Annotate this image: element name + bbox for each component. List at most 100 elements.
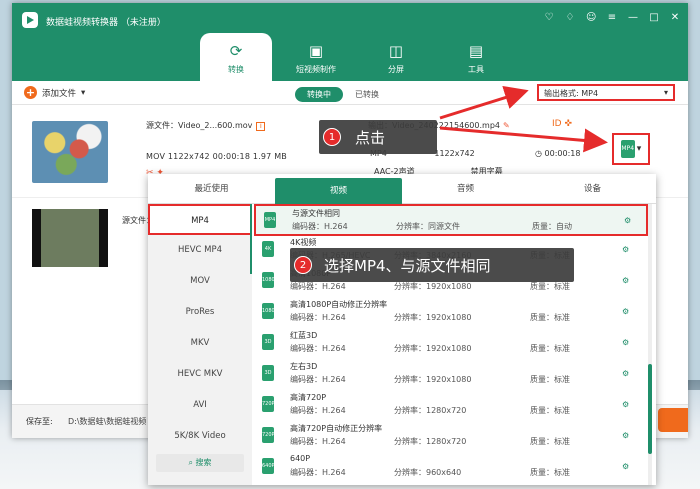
main-tabs: ⟳ 转换 ▣ 短视频制作 ◫ 分屏 ▤ 工具: [200, 33, 520, 81]
preset-quality: 质量：标准: [530, 313, 570, 322]
preset-format-icon: MP4: [264, 212, 276, 228]
settings-gear-icon[interactable]: ⚙: [622, 338, 629, 347]
preset-encoder: 编码器：H.264: [290, 437, 346, 446]
tab-label: 分屏: [388, 65, 404, 74]
preset-format-icon: 3D: [262, 334, 274, 350]
preset-format-icon: 3D: [262, 365, 274, 381]
save-path[interactable]: D:\数据蛙\数据蛙视频: [68, 416, 146, 427]
add-file-button[interactable]: + 添加文件 ▾: [24, 86, 85, 99]
video-thumbnail[interactable]: [32, 121, 108, 183]
tab-video-make[interactable]: ▣ 短视频制作: [280, 33, 352, 81]
gift-icon[interactable]: ♡: [544, 13, 554, 23]
preset-resolution: 分辨率：1280x720: [394, 437, 467, 446]
tab-converted[interactable]: 已转换: [343, 87, 391, 102]
format-item-prores[interactable]: ProRes: [148, 297, 252, 328]
preset-item[interactable]: 720P 高清720P 编码器：H.264 分辨率：1280x720 质量：标准 ⚙: [254, 390, 648, 422]
scrollbar-thumb[interactable]: [648, 364, 652, 454]
callout-1: 1 点击: [319, 120, 437, 154]
preset-name: 640P: [290, 454, 311, 463]
preset-resolution: 分辨率：1920x1080: [394, 344, 472, 353]
settings-gear-icon[interactable]: ⚙: [622, 431, 629, 440]
settings-gear-icon[interactable]: ⚙: [624, 216, 631, 225]
user-icon[interactable]: ☺: [586, 13, 596, 23]
preset-format-icon: 1080P: [262, 303, 278, 319]
preset-quality: 质量：标准: [530, 344, 570, 353]
info-icon[interactable]: i: [256, 122, 266, 131]
format-item-mkv[interactable]: MKV: [148, 328, 252, 359]
preset-item[interactable]: 1080P 高清1080P自动修正分辨率 编码器：H.264 分辨率：1920x108…: [254, 297, 648, 329]
mp4-format-icon: MP4: [620, 140, 635, 158]
preset-resolution: 分辨率：1920x1080: [394, 313, 472, 322]
tab-recent[interactable]: 最近使用: [148, 174, 275, 204]
search-label: 搜索: [195, 458, 212, 467]
settings-gear-icon[interactable]: ⚙: [622, 369, 629, 378]
id-icon[interactable]: ID: [552, 119, 562, 129]
preset-quality: 质量：标准: [530, 282, 570, 291]
preset-format-icon: 720P: [262, 396, 275, 412]
preset-encoder: 编码器：H.264: [290, 313, 346, 322]
scrollbar[interactable]: [648, 204, 652, 485]
rename-icon[interactable]: ✎: [503, 121, 510, 130]
preset-quality: 质量：标准: [530, 406, 570, 415]
convert-all-button[interactable]: [658, 408, 688, 432]
source-meta: MOV 1122x742 00:00:18 1.97 MB: [146, 152, 287, 161]
add-file-label: 添加文件: [42, 88, 77, 99]
video-thumbnail[interactable]: [32, 209, 108, 267]
status-toggle: 转换中 已转换: [295, 87, 391, 102]
menu-icon[interactable]: ≡: [607, 13, 617, 23]
settings-gear-icon[interactable]: ⚙: [622, 276, 629, 285]
tab-tools[interactable]: ▤ 工具: [440, 33, 512, 81]
settings-gear-icon[interactable]: ⚙: [622, 307, 629, 316]
preset-item[interactable]: 720P 高清720P自动修正分辨率 编码器：H.264 分辨率：1280x720 质量…: [254, 421, 648, 453]
format-picker-button[interactable]: MP4 ▾: [612, 133, 650, 165]
tab-video[interactable]: 视频: [275, 178, 402, 204]
preset-name: 左右3D: [290, 362, 318, 371]
format-item-hevc-mkv[interactable]: HEVC MKV: [148, 359, 252, 390]
preset-name: 与源文件相同: [292, 209, 340, 218]
output-format-value: MP4: [581, 89, 599, 98]
preset-quality: 质量：自动: [532, 222, 572, 231]
preset-item[interactable]: 640P 640P 编码器：H.264 分辨率：960x640 质量：标准 ⚙: [254, 452, 648, 484]
tag-icon[interactable]: ♢: [565, 13, 575, 23]
preset-encoder: 编码器：H.264: [292, 222, 348, 231]
format-search-button[interactable]: ⌕ 搜索: [156, 454, 244, 472]
format-list: MP4 HEVC MP4 MOV ProRes MKV HEVC MKV AVI…: [148, 204, 252, 485]
tab-audio[interactable]: 音频: [402, 174, 529, 204]
output-format-select[interactable]: 输出格式: MP4 ▾: [537, 84, 675, 101]
settings-gear-icon[interactable]: ⚙: [622, 400, 629, 409]
callout-2: 2 选择MP4、与源文件相同: [290, 248, 574, 282]
format-item-5k8k[interactable]: 5K/8K Video: [148, 421, 252, 452]
preset-item[interactable]: MP4 与源文件相同 编码器：H.264 分辨率：同源文件 质量：自动 ⚙: [254, 204, 648, 236]
merge-icon[interactable]: ✜: [564, 119, 572, 129]
minimize-icon[interactable]: —: [628, 13, 638, 23]
settings-gear-icon[interactable]: ⚙: [622, 462, 629, 471]
format-item-hevc-mp4[interactable]: HEVC MP4: [148, 235, 252, 266]
format-item-mp4[interactable]: MP4: [148, 204, 252, 235]
source-file: 源文件：Video_2...600.mov i: [146, 120, 266, 131]
preset-name: 高清1080P自动修正分辨率: [290, 300, 388, 309]
preset-item[interactable]: 3D 左右3D 编码器：H.264 分辨率：1920x1080 质量：标准 ⚙: [254, 359, 648, 391]
tab-converting[interactable]: 转换中: [295, 87, 343, 102]
tab-split[interactable]: ◫ 分屏: [360, 33, 432, 81]
app-logo-icon: [22, 12, 38, 28]
preset-resolution: 分辨率：1920x1080: [394, 282, 472, 291]
preset-item[interactable]: 3D 红蓝3D 编码器：H.264 分辨率：1920x1080 质量：标准 ⚙: [254, 328, 648, 360]
format-item-mov[interactable]: MOV: [148, 266, 252, 297]
close-icon[interactable]: ✕: [670, 13, 680, 23]
callout-text: 点击: [355, 128, 386, 147]
tab-convert[interactable]: ⟳ 转换: [200, 33, 272, 81]
toolbar: + 添加文件 ▾ 转换中 已转换 输出格式: MP4 ▾: [12, 81, 688, 105]
preset-quality: 质量：标准: [530, 468, 570, 477]
maximize-icon[interactable]: □: [649, 13, 659, 23]
format-popup: 最近使用 视频 音频 设备 MP4 HEVC MP4 MOV ProRes MK…: [148, 174, 656, 485]
step-number: 2: [294, 256, 312, 274]
app-title: 数据蛙视频转换器 （未注册）: [46, 18, 166, 28]
settings-gear-icon[interactable]: ⚙: [622, 245, 629, 254]
tab-device[interactable]: 设备: [529, 174, 656, 204]
preset-encoder: 编码器：H.264: [290, 282, 346, 291]
tab-label: 转换: [228, 65, 244, 74]
preset-list: MP4与源文件相同编码器：H.264分辨率：同源文件质量：自动⚙4K4K视频编码…: [254, 204, 648, 485]
format-item-avi[interactable]: AVI: [148, 390, 252, 421]
preset-format-icon: 640P: [262, 458, 275, 474]
active-indicator: [250, 204, 252, 274]
